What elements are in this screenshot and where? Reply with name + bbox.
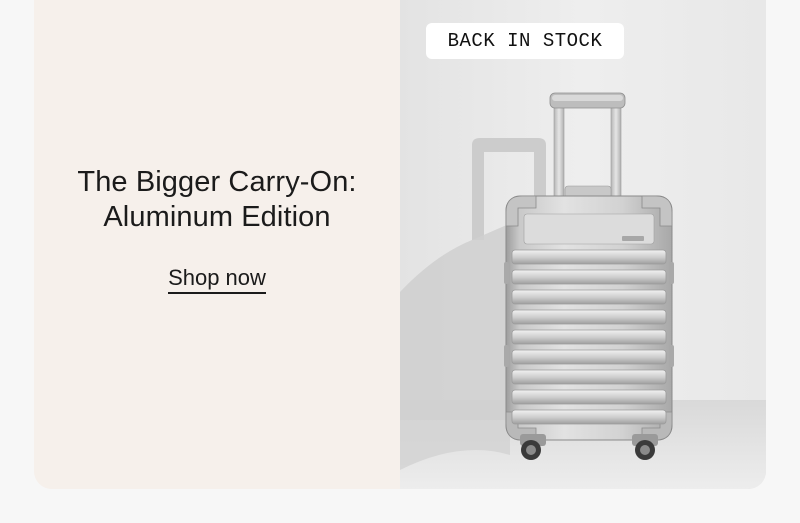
headline-line-2: Aluminum Edition: [103, 201, 331, 233]
headline-line-1: The Bigger Carry-On:: [77, 166, 357, 198]
promo-card[interactable]: The Bigger Carry-On: Aluminum Edition Sh…: [34, 0, 766, 489]
aluminum-suitcase-image: [400, 0, 766, 489]
product-image-panel[interactable]: BACK IN STOCK: [400, 0, 766, 489]
shop-now-link[interactable]: Shop now: [168, 265, 266, 294]
promo-text-panel: The Bigger Carry-On: Aluminum Edition Sh…: [34, 0, 400, 489]
back-in-stock-badge: BACK IN STOCK: [426, 23, 624, 59]
promo-headline: The Bigger Carry-On: Aluminum Edition: [77, 165, 356, 235]
